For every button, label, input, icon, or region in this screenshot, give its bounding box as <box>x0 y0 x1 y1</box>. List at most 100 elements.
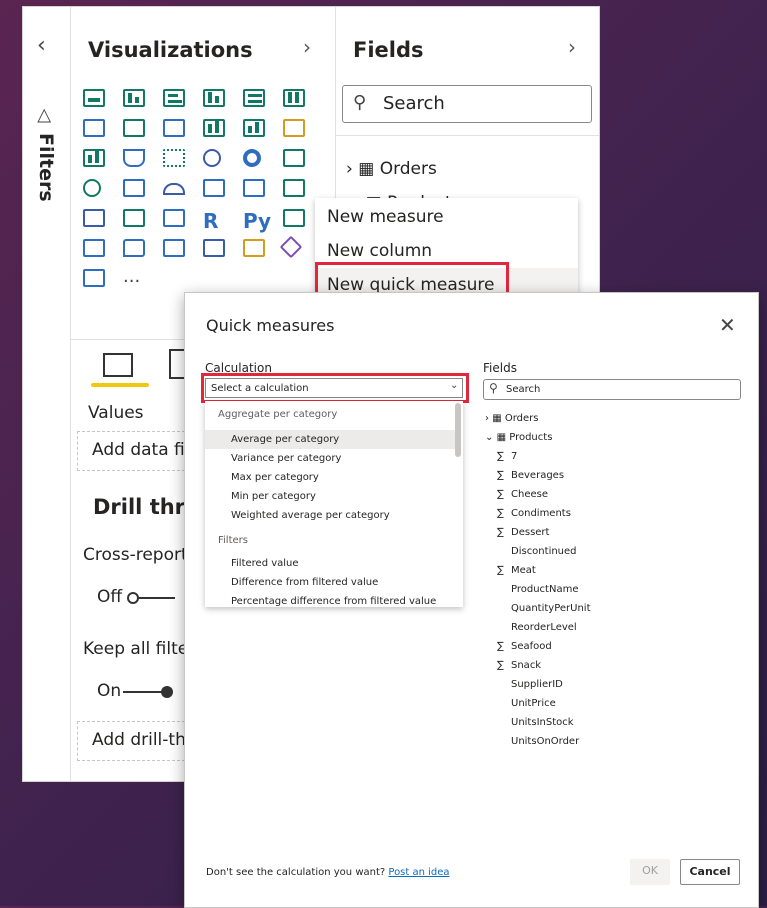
stacked-column-chart-icon[interactable] <box>123 89 159 115</box>
filters-strip[interactable]: ‹ ◁ Filters <box>23 7 71 781</box>
cancel-button[interactable]: Cancel <box>680 859 740 885</box>
key-influencers-icon[interactable] <box>283 209 319 235</box>
gauge-icon[interactable] <box>163 179 199 205</box>
ribbon-chart-icon[interactable] <box>283 119 319 145</box>
tree-field-label: Dessert <box>511 527 550 538</box>
matrix-icon[interactable] <box>163 209 199 235</box>
tree-field-row[interactable]: ∑ Meat <box>497 561 536 580</box>
sigma-icon: ∑ <box>497 489 504 500</box>
dropdown-scrollbar[interactable] <box>455 403 461 457</box>
chevron-down-icon: ⌄ <box>485 432 494 443</box>
tree-field-row[interactable]: ∑ Dessert <box>497 523 549 542</box>
table-icon: ▦ <box>358 159 375 179</box>
keep-filters-toggle[interactable] <box>123 683 173 699</box>
clustered-column-chart-icon[interactable] <box>203 89 239 115</box>
search-icon: ⚲ <box>353 92 367 113</box>
search-placeholder: Search <box>383 93 445 114</box>
python-visual-icon[interactable]: Py <box>243 209 279 235</box>
decomposition-tree-icon[interactable] <box>83 239 119 265</box>
area-chart-icon[interactable] <box>123 119 159 145</box>
power-apps-icon[interactable] <box>279 235 319 265</box>
line-and-stacked-column-chart-icon[interactable] <box>203 119 239 145</box>
tree-field-row[interactable]: UnitPrice <box>497 694 556 713</box>
menu-item-new-measure[interactable]: New measure <box>315 200 578 234</box>
kpi-icon[interactable] <box>283 179 319 205</box>
power-automate-icon[interactable] <box>83 269 119 295</box>
fields-search-input[interactable]: ⚲ Search <box>342 85 592 123</box>
option-average-per-category[interactable]: Average per category <box>205 430 455 449</box>
group-header-aggregate: Aggregate per category <box>218 409 338 420</box>
tree-table-products[interactable]: ⌄ ▦ Products <box>485 428 552 447</box>
dialog-title: Quick measures <box>206 316 335 335</box>
paginated-report-icon[interactable] <box>203 239 239 265</box>
tree-field-row[interactable]: ∑ 7 <box>497 447 517 466</box>
tree-field-label: Seafood <box>511 641 552 652</box>
donut-chart-icon[interactable] <box>243 149 279 175</box>
more-visuals-icon[interactable]: ... <box>123 268 159 295</box>
smart-narrative-icon[interactable] <box>163 239 199 265</box>
chevron-left-icon[interactable]: ‹ <box>37 33 46 58</box>
cross-report-state: Off <box>97 587 123 607</box>
dialog-fields-search-input[interactable]: ⚲ Search <box>483 379 741 400</box>
tree-field-row[interactable]: ∑ Seafood <box>497 637 552 656</box>
table-orders[interactable]: › ▦ Orders <box>346 159 437 179</box>
qa-icon[interactable] <box>123 239 159 265</box>
100-stacked-bar-chart-icon[interactable] <box>243 89 279 115</box>
line-and-clustered-column-chart-icon[interactable] <box>243 119 279 145</box>
post-an-idea-link[interactable]: Post an idea <box>388 867 449 878</box>
card-icon[interactable] <box>203 179 239 205</box>
waterfall-chart-icon[interactable] <box>83 149 119 175</box>
filled-map-icon[interactable] <box>123 179 159 205</box>
tree-field-row[interactable]: ReorderLevel <box>497 618 577 637</box>
multi-row-card-icon[interactable] <box>243 179 279 205</box>
close-icon[interactable]: ✕ <box>719 313 736 337</box>
option-min-per-category[interactable]: Min per category <box>205 487 455 506</box>
table-orders-label: Orders <box>379 159 437 179</box>
option-percentage-difference-from-filtered-value[interactable]: Percentage difference from filtered valu… <box>205 592 455 607</box>
keep-filters-state: On <box>97 681 122 701</box>
tree-field-row[interactable]: UnitsInStock <box>497 713 574 732</box>
tree-field-row[interactable]: ∑ Cheese <box>497 485 548 504</box>
tree-field-row[interactable]: QuantityPerUnit <box>497 599 591 618</box>
tree-field-row[interactable]: Discontinued <box>497 542 577 561</box>
table-icon[interactable] <box>123 209 159 235</box>
tree-field-row[interactable]: UnitsOnOrder <box>497 732 579 751</box>
sigma-icon: ∑ <box>497 660 504 671</box>
tree-field-label: SupplierID <box>511 679 563 690</box>
clustered-bar-chart-icon[interactable] <box>163 89 199 115</box>
pie-chart-icon[interactable] <box>203 149 239 175</box>
funnel-icon[interactable] <box>123 149 159 175</box>
chevron-right-icon[interactable]: › <box>303 35 311 59</box>
stacked-bar-chart-icon[interactable] <box>83 89 119 115</box>
azure-map-icon[interactable] <box>243 239 279 265</box>
option-variance-per-category[interactable]: Variance per category <box>205 449 455 468</box>
tree-field-row[interactable]: ∑ Beverages <box>497 466 564 485</box>
search-placeholder: Search <box>506 384 541 395</box>
tree-field-label: ReorderLevel <box>511 622 577 633</box>
line-chart-icon[interactable] <box>83 119 119 145</box>
option-filtered-value[interactable]: Filtered value <box>205 554 455 573</box>
tree-field-row[interactable]: ProductName <box>497 580 578 599</box>
stacked-area-chart-icon[interactable] <box>163 119 199 145</box>
ok-button[interactable]: OK <box>630 859 670 885</box>
build-visual-tab-icon[interactable] <box>103 353 133 377</box>
tree-field-label: UnitsInStock <box>511 717 574 728</box>
100-stacked-column-chart-icon[interactable] <box>283 89 319 115</box>
option-max-per-category[interactable]: Max per category <box>205 468 455 487</box>
search-icon: ⚲ <box>489 381 498 395</box>
cross-report-toggle[interactable] <box>127 589 175 605</box>
r-visual-icon[interactable]: R <box>203 209 239 235</box>
option-weighted-average-per-category[interactable]: Weighted average per category <box>205 506 455 525</box>
sigma-icon: ∑ <box>497 451 504 462</box>
treemap-icon[interactable] <box>283 149 319 175</box>
tree-table-orders[interactable]: › ▦ Orders <box>485 409 538 428</box>
scatter-chart-icon[interactable] <box>163 149 199 175</box>
slicer-icon[interactable] <box>83 209 119 235</box>
tree-field-row[interactable]: ∑ Condiments <box>497 504 571 523</box>
option-difference-from-filtered-value[interactable]: Difference from filtered value <box>205 573 455 592</box>
map-icon[interactable] <box>83 179 119 205</box>
tree-field-row[interactable]: ∑ Snack <box>497 656 541 675</box>
tree-field-row[interactable]: SupplierID <box>497 675 563 694</box>
sigma-icon: ∑ <box>497 508 504 519</box>
chevron-right-icon[interactable]: › <box>568 35 576 59</box>
